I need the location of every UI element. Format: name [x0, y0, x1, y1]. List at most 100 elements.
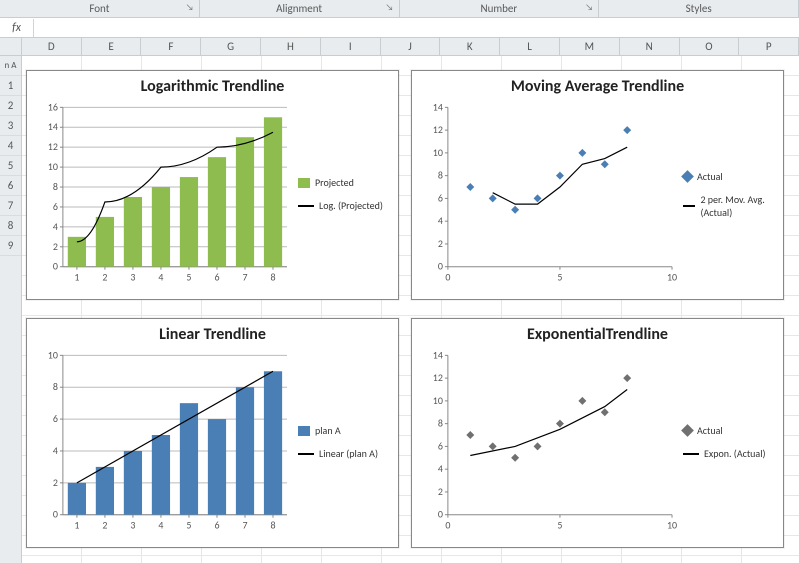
column-headers: D E F G H I J K L M N O P — [0, 38, 799, 56]
chart-title: Moving Average Trendline — [412, 71, 783, 98]
ribbon-group-alignment: Alignment ↘ — [200, 0, 400, 17]
legend-item: plan A — [298, 424, 392, 437]
row-header[interactable]: n A — [0, 56, 21, 76]
column-header[interactable]: K — [440, 38, 500, 55]
legend-label: Log. (Projected) — [319, 199, 383, 212]
svg-text:1: 1 — [74, 272, 79, 284]
column-header[interactable]: H — [261, 38, 321, 55]
legend-item: Projected — [298, 176, 392, 189]
dialog-launcher-icon[interactable]: ↘ — [386, 2, 396, 12]
ribbon-groups: Font ↘ Alignment ↘ Number ↘ Styles — [0, 0, 799, 18]
column-header[interactable]: I — [321, 38, 381, 55]
svg-text:0: 0 — [445, 520, 450, 532]
row-header[interactable]: 6 — [0, 176, 21, 196]
column-header[interactable]: P — [739, 38, 799, 55]
chart-moving-average[interactable]: Moving Average Trendline 024681012140510… — [411, 70, 784, 300]
legend-label: Projected — [315, 176, 354, 189]
legend-item: Log. (Projected) — [298, 199, 392, 212]
svg-text:12: 12 — [433, 124, 443, 136]
ribbon-group-label: Styles — [686, 2, 712, 15]
legend-item: Linear (plan A) — [298, 447, 392, 460]
row-header[interactable]: 3 — [0, 116, 21, 136]
svg-text:0: 0 — [53, 261, 58, 273]
row-header[interactable]: 4 — [0, 136, 21, 156]
row-header[interactable]: 1 — [0, 76, 21, 96]
row-header[interactable]: 7 — [0, 196, 21, 216]
svg-text:7: 7 — [242, 520, 247, 532]
svg-text:2: 2 — [53, 241, 58, 253]
cells-area[interactable]: Logarithmic Trendline 024681012141612345… — [22, 56, 799, 563]
column-header[interactable]: L — [500, 38, 560, 55]
svg-text:12: 12 — [48, 141, 58, 153]
chart-logarithmic[interactable]: Logarithmic Trendline 024681012141612345… — [26, 70, 399, 300]
legend-label: Expon. (Actual) — [704, 447, 766, 460]
ribbon-group-label: Number — [480, 2, 517, 15]
legend-swatch-icon — [298, 205, 314, 207]
formula-input[interactable] — [34, 19, 799, 37]
row-headers: n A 1 2 3 4 5 6 7 8 9 — [0, 56, 22, 563]
svg-text:4: 4 — [53, 221, 58, 233]
select-all-corner[interactable] — [0, 38, 22, 55]
chart-linear[interactable]: Linear Trendline 024681012345678 plan A … — [26, 318, 399, 548]
svg-text:6: 6 — [53, 201, 58, 213]
column-header[interactable]: N — [620, 38, 680, 55]
legend-label: Actual — [697, 424, 723, 437]
column-header[interactable]: D — [22, 38, 82, 55]
fx-icon[interactable]: fx — [0, 19, 34, 37]
svg-text:4: 4 — [158, 520, 163, 532]
column-header[interactable]: M — [560, 38, 620, 55]
svg-text:10: 10 — [48, 161, 58, 173]
column-header[interactable]: F — [141, 38, 201, 55]
svg-text:2: 2 — [438, 486, 443, 498]
ribbon-group-font: Font ↘ — [0, 0, 200, 17]
legend-label: plan A — [315, 424, 341, 437]
svg-text:2: 2 — [53, 477, 58, 489]
svg-text:10: 10 — [433, 147, 443, 159]
svg-text:0: 0 — [438, 261, 443, 273]
chart-legend: Actual Expon. (Actual) — [677, 346, 777, 538]
svg-text:10: 10 — [667, 520, 677, 532]
svg-text:3: 3 — [130, 272, 135, 284]
svg-text:12: 12 — [433, 372, 443, 384]
svg-text:4: 4 — [53, 445, 58, 457]
svg-text:3: 3 — [130, 520, 135, 532]
svg-text:10: 10 — [433, 395, 443, 407]
svg-text:4: 4 — [158, 272, 163, 284]
column-header[interactable]: G — [201, 38, 261, 55]
column-header[interactable]: E — [82, 38, 142, 55]
legend-item: 2 per. Mov. Avg. (Actual) — [683, 193, 777, 219]
legend-swatch-icon — [681, 424, 694, 437]
svg-text:0: 0 — [53, 509, 58, 521]
row-header[interactable]: 2 — [0, 96, 21, 116]
svg-text:14: 14 — [433, 349, 443, 361]
column-header[interactable]: O — [680, 38, 740, 55]
dialog-launcher-icon[interactable]: ↘ — [186, 2, 196, 12]
svg-text:6: 6 — [214, 272, 219, 284]
legend-item: Actual — [683, 424, 777, 437]
worksheet-grid: n A 1 2 3 4 5 6 7 8 9 Logarithmic Trendl… — [0, 56, 799, 563]
svg-text:5: 5 — [186, 272, 191, 284]
svg-text:8: 8 — [53, 181, 58, 193]
plot-area: 024681012140510 — [418, 98, 677, 290]
row-header[interactable]: 5 — [0, 156, 21, 176]
chart-exponential[interactable]: ExponentialTrendline 024681012140510 Act… — [411, 318, 784, 548]
svg-text:6: 6 — [53, 413, 58, 425]
svg-text:14: 14 — [48, 121, 58, 133]
legend-swatch-icon — [298, 178, 310, 188]
svg-text:7: 7 — [242, 272, 247, 284]
svg-text:8: 8 — [53, 381, 58, 393]
chart-legend: plan A Linear (plan A) — [292, 346, 392, 538]
svg-text:14: 14 — [433, 101, 443, 113]
ribbon-group-number: Number ↘ — [400, 0, 600, 17]
svg-text:10: 10 — [667, 272, 677, 284]
svg-text:0: 0 — [438, 509, 443, 521]
legend-label: 2 per. Mov. Avg. (Actual) — [700, 193, 777, 219]
row-header[interactable]: 9 — [0, 236, 21, 256]
svg-text:6: 6 — [438, 440, 443, 452]
formula-bar: fx — [0, 18, 799, 38]
dialog-launcher-icon[interactable]: ↘ — [585, 2, 595, 12]
ribbon-group-styles: Styles — [599, 0, 799, 17]
column-header[interactable]: J — [381, 38, 441, 55]
row-header[interactable]: 8 — [0, 216, 21, 236]
svg-text:8: 8 — [438, 418, 443, 430]
